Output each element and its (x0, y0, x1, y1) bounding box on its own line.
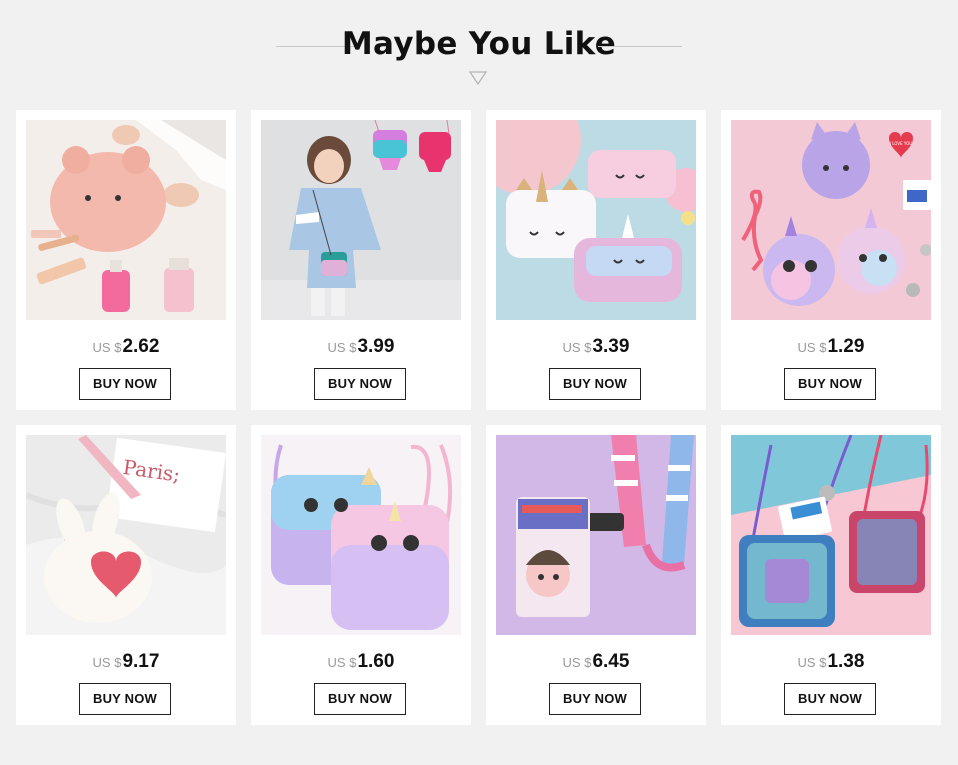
section-header: Maybe You Like (0, 0, 958, 100)
product-image[interactable] (731, 435, 931, 635)
product-price: US $9.17 (16, 651, 236, 673)
product-card[interactable]: US $3.99 BUY NOW (251, 110, 471, 410)
price-amount: 6.45 (592, 651, 630, 672)
price-currency: US $ (92, 340, 122, 355)
product-card[interactable]: Paris; US $9.17 BUY NOW (16, 425, 236, 725)
product-image[interactable] (496, 120, 696, 320)
price-amount: 2.62 (122, 336, 160, 357)
buy-now-button[interactable]: BUY NOW (314, 683, 406, 715)
product-image[interactable]: I LOVE YOU (731, 120, 931, 320)
product-price: US $1.38 (721, 651, 941, 673)
price-amount: 3.99 (357, 336, 395, 357)
product-price: US $2.62 (16, 336, 236, 358)
buy-now-button[interactable]: BUY NOW (784, 368, 876, 400)
price-currency: US $ (327, 340, 357, 355)
price-amount: 3.39 (592, 336, 630, 357)
product-card[interactable]: US $1.60 BUY NOW (251, 425, 471, 725)
price-currency: US $ (797, 655, 827, 670)
section-title: Maybe You Like (341, 26, 617, 62)
buy-now-button[interactable]: BUY NOW (314, 368, 406, 400)
product-image[interactable] (261, 435, 461, 635)
product-image[interactable] (261, 120, 461, 320)
buy-now-button[interactable]: BUY NOW (79, 683, 171, 715)
buy-now-button[interactable]: BUY NOW (784, 683, 876, 715)
heart-sign-text: I LOVE YOU (890, 141, 913, 146)
price-amount: 9.17 (122, 651, 160, 672)
product-price: US $3.39 (486, 336, 706, 358)
down-triangle-icon (468, 71, 488, 86)
product-image[interactable] (26, 120, 226, 320)
product-image[interactable] (496, 435, 696, 635)
product-card[interactable]: US $3.39 BUY NOW (486, 110, 706, 410)
price-currency: US $ (327, 655, 357, 670)
buy-now-button[interactable]: BUY NOW (79, 368, 171, 400)
product-card[interactable]: US $1.38 BUY NOW (721, 425, 941, 725)
price-amount: 1.38 (827, 651, 865, 672)
product-price: US $1.29 (721, 336, 941, 358)
product-card[interactable]: US $6.45 BUY NOW (486, 425, 706, 725)
product-card[interactable]: US $2.62 BUY NOW (16, 110, 236, 410)
price-currency: US $ (797, 340, 827, 355)
price-amount: 1.60 (357, 651, 395, 672)
header-divider-right (598, 46, 682, 47)
product-price: US $3.99 (251, 336, 471, 358)
product-price: US $6.45 (486, 651, 706, 673)
product-image[interactable]: Paris; (26, 435, 226, 635)
price-currency: US $ (562, 655, 592, 670)
price-amount: 1.29 (827, 336, 865, 357)
product-card[interactable]: I LOVE YOU US $1.29 BUY NOW (721, 110, 941, 410)
buy-now-button[interactable]: BUY NOW (549, 368, 641, 400)
price-currency: US $ (562, 340, 592, 355)
price-currency: US $ (92, 655, 122, 670)
product-price: US $1.60 (251, 651, 471, 673)
buy-now-button[interactable]: BUY NOW (549, 683, 641, 715)
